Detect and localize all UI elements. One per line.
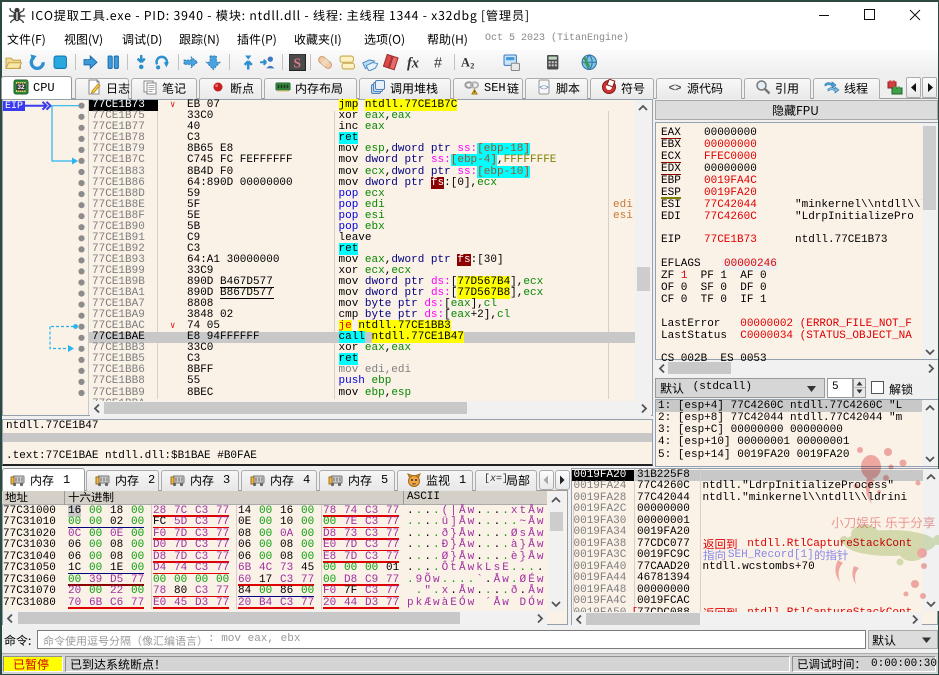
- svg-text:fx: fx: [407, 55, 419, 71]
- svg-text:S: S: [294, 55, 301, 70]
- svg-text:<>: <>: [539, 84, 549, 93]
- svg-text:#: #: [434, 55, 442, 71]
- svg-text:2: 2: [470, 61, 474, 70]
- svg-text:A: A: [461, 55, 470, 69]
- svg-text:<>: <>: [669, 82, 682, 94]
